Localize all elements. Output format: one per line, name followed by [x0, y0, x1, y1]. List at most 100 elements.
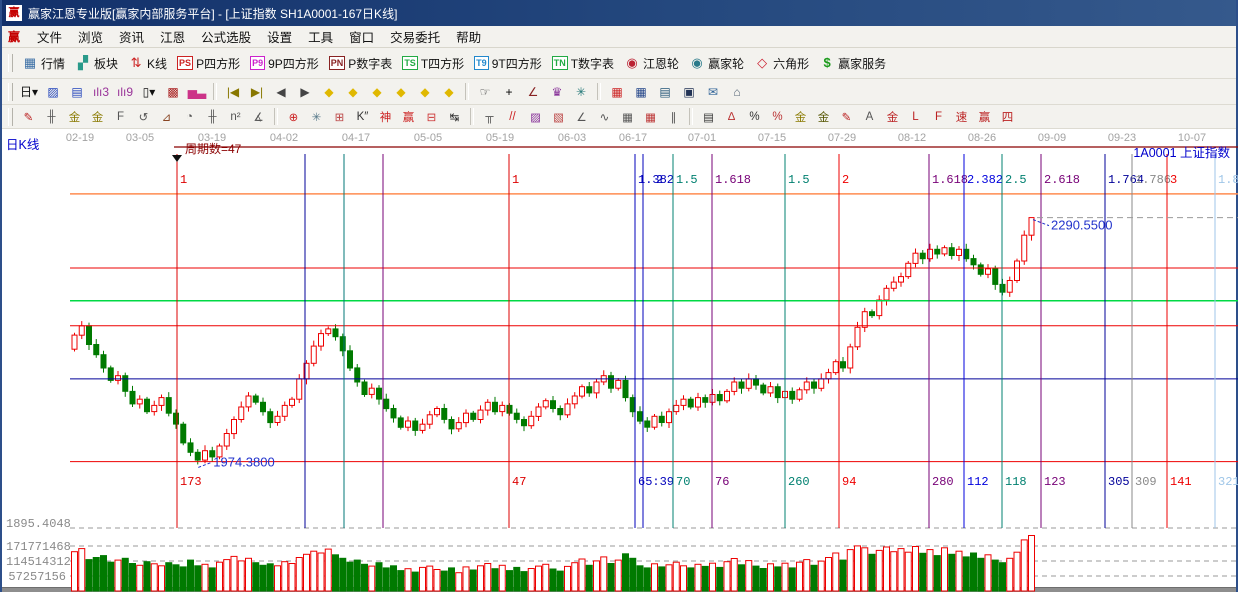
scribble-chart-icon[interactable]: ▨ [41, 82, 65, 102]
four-line-icon[interactable]: 四 [996, 108, 1019, 126]
toolbar-drag-handle[interactable] [8, 83, 13, 101]
percent-list-icon[interactable]: ▤ [697, 108, 720, 126]
kline-chart[interactable]: 11731471.38265:3921.5701.618761.52602941… [2, 129, 1238, 592]
ruler-pen-icon[interactable]: ⊿ [155, 108, 178, 126]
quote-memo-icon[interactable]: ▤ [65, 82, 89, 102]
gann-diamond-right-icon[interactable]: ◆ [341, 82, 365, 102]
gann-diamond-left-icon[interactable]: ◆ [317, 82, 341, 102]
first-page-icon[interactable]: |◀ [221, 82, 245, 102]
spiral-icon[interactable]: ↺ [132, 108, 155, 126]
fence-2-icon[interactable]: ╫ [201, 108, 224, 126]
next-icon[interactable]: ▶ [293, 82, 317, 102]
menu-item-公式选股[interactable]: 公式选股 [193, 26, 259, 47]
menu-item-江恩[interactable]: 江恩 [152, 26, 193, 47]
grid-red-icon[interactable]: ▦ [639, 108, 662, 126]
gann-diamond-cross-icon[interactable]: ◆ [389, 82, 413, 102]
fan-lines-icon[interactable]: // [501, 108, 524, 126]
web-icon[interactable]: ✳ [305, 108, 328, 126]
fan-box-2-icon[interactable]: ▧ [547, 108, 570, 126]
speed-line-icon[interactable]: 速 [950, 108, 973, 126]
parallel-lines-icon[interactable]: ∥ [662, 108, 685, 126]
target-icon[interactable]: ⊕ [282, 108, 305, 126]
crosshair-tool[interactable]: + [497, 82, 521, 102]
quotes-button[interactable]: ▦行情 [17, 53, 70, 74]
grid-fence-icon[interactable]: ╫ [40, 108, 63, 126]
gold-circle-icon[interactable]: 金 [789, 108, 812, 126]
bars-3-icon[interactable]: ılı3 [89, 82, 113, 102]
web-grid-icon[interactable]: ⊞ [328, 108, 351, 126]
menu-item-资讯[interactable]: 资讯 [111, 26, 152, 47]
protractor-icon[interactable]: ∡ [247, 108, 270, 126]
menu-item-帮助[interactable]: 帮助 [448, 26, 489, 47]
k-note-icon[interactable]: K″ [351, 108, 374, 126]
gann-diamond-star-icon[interactable]: ◆ [437, 82, 461, 102]
beam-icon[interactable]: ╥ [478, 108, 501, 126]
calculator-icon[interactable]: ▦ [629, 82, 653, 102]
save-icon[interactable]: ▣ [677, 82, 701, 102]
wave-lines-icon[interactable]: ∿ [593, 108, 616, 126]
percent-triangle-icon[interactable]: ∆ [720, 108, 743, 126]
span-arrows-icon[interactable]: ↹ [443, 108, 466, 126]
gann-diamond-plus-icon[interactable]: ◆ [413, 82, 437, 102]
winner-wheel-button[interactable]: ◉赢家轮 [684, 53, 749, 74]
bars-9-icon[interactable]: ılı9 [113, 82, 137, 102]
candle-style-dropdown[interactable]: ▯▾ [137, 82, 161, 102]
percent-icon[interactable]: % [743, 108, 766, 126]
hexagon-button[interactable]: ◇六角形 [749, 53, 814, 74]
pattern-red-icon[interactable]: ▩ [161, 82, 185, 102]
kline-button[interactable]: ⇅K线 [123, 53, 172, 74]
toolbar-drag-handle[interactable] [8, 54, 13, 72]
f-line-icon[interactable]: F [927, 108, 950, 126]
menu-item-文件[interactable]: 文件 [29, 26, 70, 47]
publish-icon[interactable]: ✉ [701, 82, 725, 102]
angle-lines-icon[interactable]: ∠ [570, 108, 593, 126]
winner-service-button[interactable]: $赢家服务 [814, 53, 891, 74]
remote-pc-icon[interactable]: ⌂ [725, 82, 749, 102]
p-number-table-button[interactable]: PNP数字表 [324, 53, 398, 74]
a-angle-icon[interactable]: A [858, 108, 881, 126]
win-line-icon[interactable]: 赢 [973, 108, 996, 126]
p-square-button[interactable]: PSP四方形 [172, 53, 245, 74]
hand-tool[interactable]: ☞ [473, 82, 497, 102]
9p-square-button[interactable]: P99P四方形 [245, 53, 324, 74]
title-bar[interactable]: 赢 赢家江恩专业版[赢家内部服务平台] - [上证指数 SH1A0001-167… [2, 0, 1236, 26]
gold-grid-2-icon[interactable]: 金 [86, 108, 109, 126]
crown-tool[interactable]: ♛ [545, 82, 569, 102]
n-square-icon[interactable]: n² [224, 108, 247, 126]
sectors-button[interactable]: ▞板块 [70, 53, 123, 74]
t-square-button[interactable]: TST四方形 [397, 53, 469, 74]
win-grid-icon[interactable]: 赢 [397, 108, 420, 126]
draw-pen-icon[interactable]: ✎ [17, 108, 40, 126]
f-grid-icon[interactable]: F [109, 108, 132, 126]
toolbar-drag-handle[interactable] [8, 108, 13, 126]
percent-line-icon[interactable]: % [766, 108, 789, 126]
angle-tool[interactable]: ∠ [521, 82, 545, 102]
menu-item-浏览[interactable]: 浏览 [70, 26, 111, 47]
grid-icon[interactable]: ▦ [616, 108, 639, 126]
calendar-icon[interactable]: ▦ [605, 82, 629, 102]
menu-item-窗口[interactable]: 窗口 [341, 26, 382, 47]
svg-text:94: 94 [842, 475, 856, 489]
fan-box-icon[interactable]: ▨ [524, 108, 547, 126]
gold-grid-icon[interactable]: 金 [63, 108, 86, 126]
last-page-icon[interactable]: ▶| [245, 82, 269, 102]
t-number-table-button[interactable]: TNT数字表 [547, 53, 619, 74]
brush-icon[interactable]: ✎ [835, 108, 858, 126]
gold-line-icon[interactable]: 金 [812, 108, 835, 126]
menu-item-工具[interactable]: 工具 [300, 26, 341, 47]
shen-grid-icon[interactable]: 神 [374, 108, 397, 126]
volume-profile-icon[interactable]: ▅▃ [185, 82, 209, 102]
gann-diamond-horizontal-icon[interactable]: ◆ [365, 82, 389, 102]
wave-tool[interactable]: ✳ [569, 82, 593, 102]
gold-red-icon[interactable]: 金 [881, 108, 904, 126]
menu-item-交易委托[interactable]: 交易委托 [382, 26, 448, 47]
menu-item-设置[interactable]: 设置 [259, 26, 300, 47]
number-grid-icon[interactable]: ⊟ [420, 108, 443, 126]
prev-icon[interactable]: ◀ [269, 82, 293, 102]
gann-wheel-button[interactable]: ◉江恩轮 [619, 53, 684, 74]
notes-icon[interactable]: ▤ [653, 82, 677, 102]
time-wheel-icon[interactable]: ◔ [178, 108, 201, 126]
9t-square-button[interactable]: T99T四方形 [469, 53, 547, 74]
candle-period-dropdown[interactable]: 日▾ [17, 82, 41, 102]
l-line-icon[interactable]: L [904, 108, 927, 126]
